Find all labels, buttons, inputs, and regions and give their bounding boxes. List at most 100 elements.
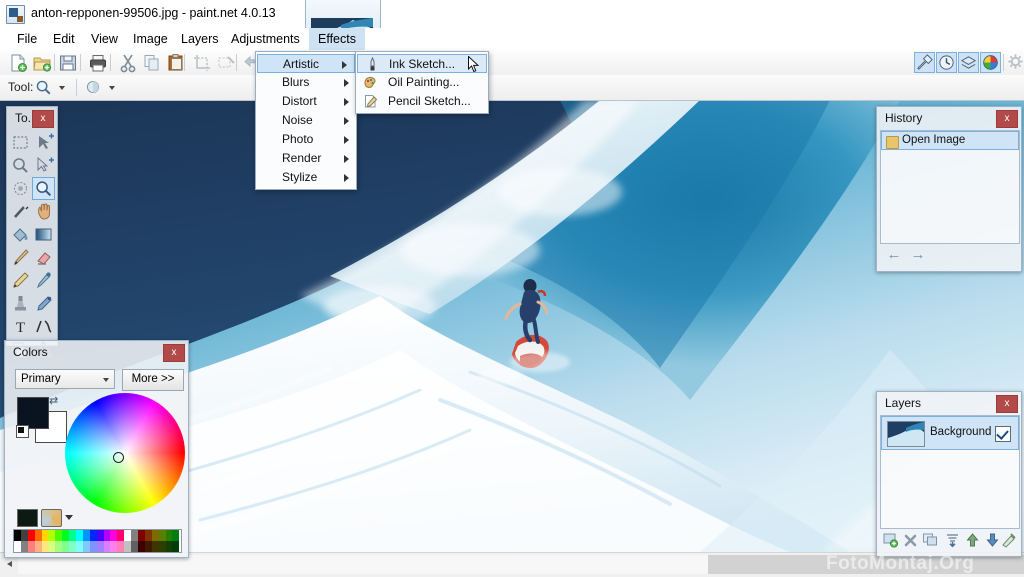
cut-icon[interactable]: [118, 53, 138, 73]
effects-menu-item-blurs[interactable]: Blurs: [256, 73, 356, 92]
tool-paint-bucket[interactable]: [9, 223, 32, 246]
palette-swatch[interactable]: [27, 530, 35, 541]
palette-swatch[interactable]: [165, 530, 173, 541]
tool-clone-stamp[interactable]: [9, 292, 32, 315]
tool-line-curve[interactable]: [32, 315, 55, 338]
palette-swatch[interactable]: [89, 530, 97, 541]
tool-lasso-select[interactable]: [9, 154, 32, 177]
tool-options-bar[interactable]: Tool:: [0, 75, 1024, 101]
palette-row-1[interactable]: [14, 530, 181, 541]
layers-panel[interactable]: Layers x Background: [876, 391, 1022, 557]
palette-swatch[interactable]: [20, 530, 28, 541]
tool-gradient[interactable]: [32, 223, 55, 246]
settings-gear-icon[interactable]: [1007, 53, 1024, 73]
history-redo-button[interactable]: →: [909, 247, 927, 263]
palette-swatch[interactable]: [34, 530, 42, 541]
tools-panel[interactable]: To... x T: [6, 106, 58, 358]
menu-bar[interactable]: File Edit View Image Layers Adjustments …: [0, 28, 1024, 50]
delete-layer-button[interactable]: [902, 532, 919, 548]
palette-swatch[interactable]: [103, 530, 111, 541]
menu-adjustments[interactable]: Adjustments: [222, 28, 309, 50]
more-colors-button[interactable]: More >>: [122, 369, 184, 391]
palette-swatch[interactable]: [62, 530, 70, 541]
palette-swatch[interactable]: [172, 530, 180, 541]
deselect-icon[interactable]: [216, 53, 236, 73]
layer-list-item[interactable]: Background: [881, 416, 1019, 450]
effects-menu-item-render[interactable]: Render: [256, 149, 356, 168]
palette-swatch[interactable]: [76, 541, 83, 552]
color-wheel-cursor[interactable]: [113, 452, 124, 463]
reset-colors-icon[interactable]: [16, 425, 29, 438]
palette-swatch[interactable]: [117, 530, 125, 541]
effects-dropdown-menu[interactable]: Artistic Blurs Distort Noise Photo Rende…: [255, 51, 357, 190]
palette-swatch[interactable]: [14, 530, 21, 541]
palette-swatch[interactable]: [124, 530, 132, 541]
layers-window-icon[interactable]: [958, 52, 979, 73]
submenu-item-pencil-sketch[interactable]: Pencil Sketch...: [356, 92, 488, 111]
layers-list[interactable]: Background: [880, 415, 1020, 529]
tool-pan-hand[interactable]: [32, 200, 55, 223]
palette-swatch[interactable]: [165, 541, 173, 552]
copy-icon[interactable]: [142, 53, 162, 73]
palette-swatch[interactable]: [14, 541, 21, 552]
tools-grid[interactable]: T: [9, 131, 55, 361]
menu-edit[interactable]: Edit: [44, 28, 84, 50]
palette-swatch[interactable]: [138, 541, 145, 552]
move-layer-up-button[interactable]: [964, 532, 981, 548]
layer-visibility-checkbox[interactable]: [995, 426, 1011, 442]
palette-swatch[interactable]: [103, 541, 111, 552]
palette-swatch[interactable]: [82, 530, 90, 541]
menu-effects[interactable]: Effects: [309, 28, 365, 50]
tool-magic-wand[interactable]: [9, 200, 32, 223]
tool-paintbrush[interactable]: [9, 246, 32, 269]
color-wheel[interactable]: [65, 393, 185, 513]
tool-pencil[interactable]: [9, 269, 32, 292]
tool-text[interactable]: T: [9, 315, 32, 338]
color-palette[interactable]: [13, 529, 182, 553]
open-icon[interactable]: [32, 53, 52, 73]
palette-swatch[interactable]: [34, 541, 42, 552]
tool-color-picker[interactable]: [32, 269, 55, 292]
colors-panel[interactable]: Colors x Primary More >> ⇄: [4, 340, 189, 558]
layers-panel-close-button[interactable]: x: [996, 395, 1018, 413]
effects-menu-item-artistic[interactable]: Artistic: [257, 54, 355, 73]
tool-eraser[interactable]: [32, 246, 55, 269]
palette-swatch[interactable]: [62, 541, 70, 552]
history-list-item[interactable]: Open Image: [881, 131, 1019, 150]
palette-swatch[interactable]: [69, 541, 77, 552]
effects-menu-item-noise[interactable]: Noise: [256, 111, 356, 130]
tool-dropdown-chevron-icon[interactable]: [56, 78, 68, 98]
palette-swatch[interactable]: [48, 541, 56, 552]
crop-to-selection-icon[interactable]: [192, 53, 212, 73]
color-mode-select[interactable]: Primary: [15, 369, 115, 389]
tools-panel-header[interactable]: To... x: [7, 107, 57, 129]
palette-swatch[interactable]: [41, 530, 49, 541]
tool-move-selected[interactable]: [32, 131, 55, 154]
main-toolbar[interactable]: [0, 50, 1024, 75]
palette-swatch[interactable]: [20, 541, 28, 552]
palette-preset-icon[interactable]: [41, 509, 62, 527]
palette-swatch[interactable]: [151, 530, 159, 541]
tools-panel-close-button[interactable]: x: [32, 110, 54, 128]
palette-swatch[interactable]: [131, 530, 139, 541]
palette-swatch[interactable]: [117, 541, 125, 552]
zoom-magnifier-icon[interactable]: [34, 78, 54, 98]
palette-swatch[interactable]: [124, 541, 132, 552]
colors-panel-header[interactable]: Colors x: [5, 341, 188, 363]
swap-colors-icon[interactable]: ⇄: [49, 395, 61, 407]
history-window-icon[interactable]: [936, 52, 957, 73]
palette-swatch[interactable]: [76, 530, 83, 541]
palette-swatch[interactable]: [151, 541, 159, 552]
save-icon[interactable]: [58, 53, 78, 73]
new-icon[interactable]: [8, 53, 28, 73]
palette-swatch[interactable]: [96, 530, 104, 541]
palette-swatch[interactable]: [144, 541, 152, 552]
palette-swatch[interactable]: [48, 530, 56, 541]
paste-icon[interactable]: [166, 53, 186, 73]
palette-swatch[interactable]: [144, 530, 152, 541]
menu-file[interactable]: File: [8, 28, 46, 50]
palette-swatch[interactable]: [138, 530, 145, 541]
tool-zoom[interactable]: [32, 177, 55, 200]
colors-window-icon[interactable]: [980, 52, 1001, 73]
move-layer-down-button[interactable]: [984, 532, 1001, 548]
